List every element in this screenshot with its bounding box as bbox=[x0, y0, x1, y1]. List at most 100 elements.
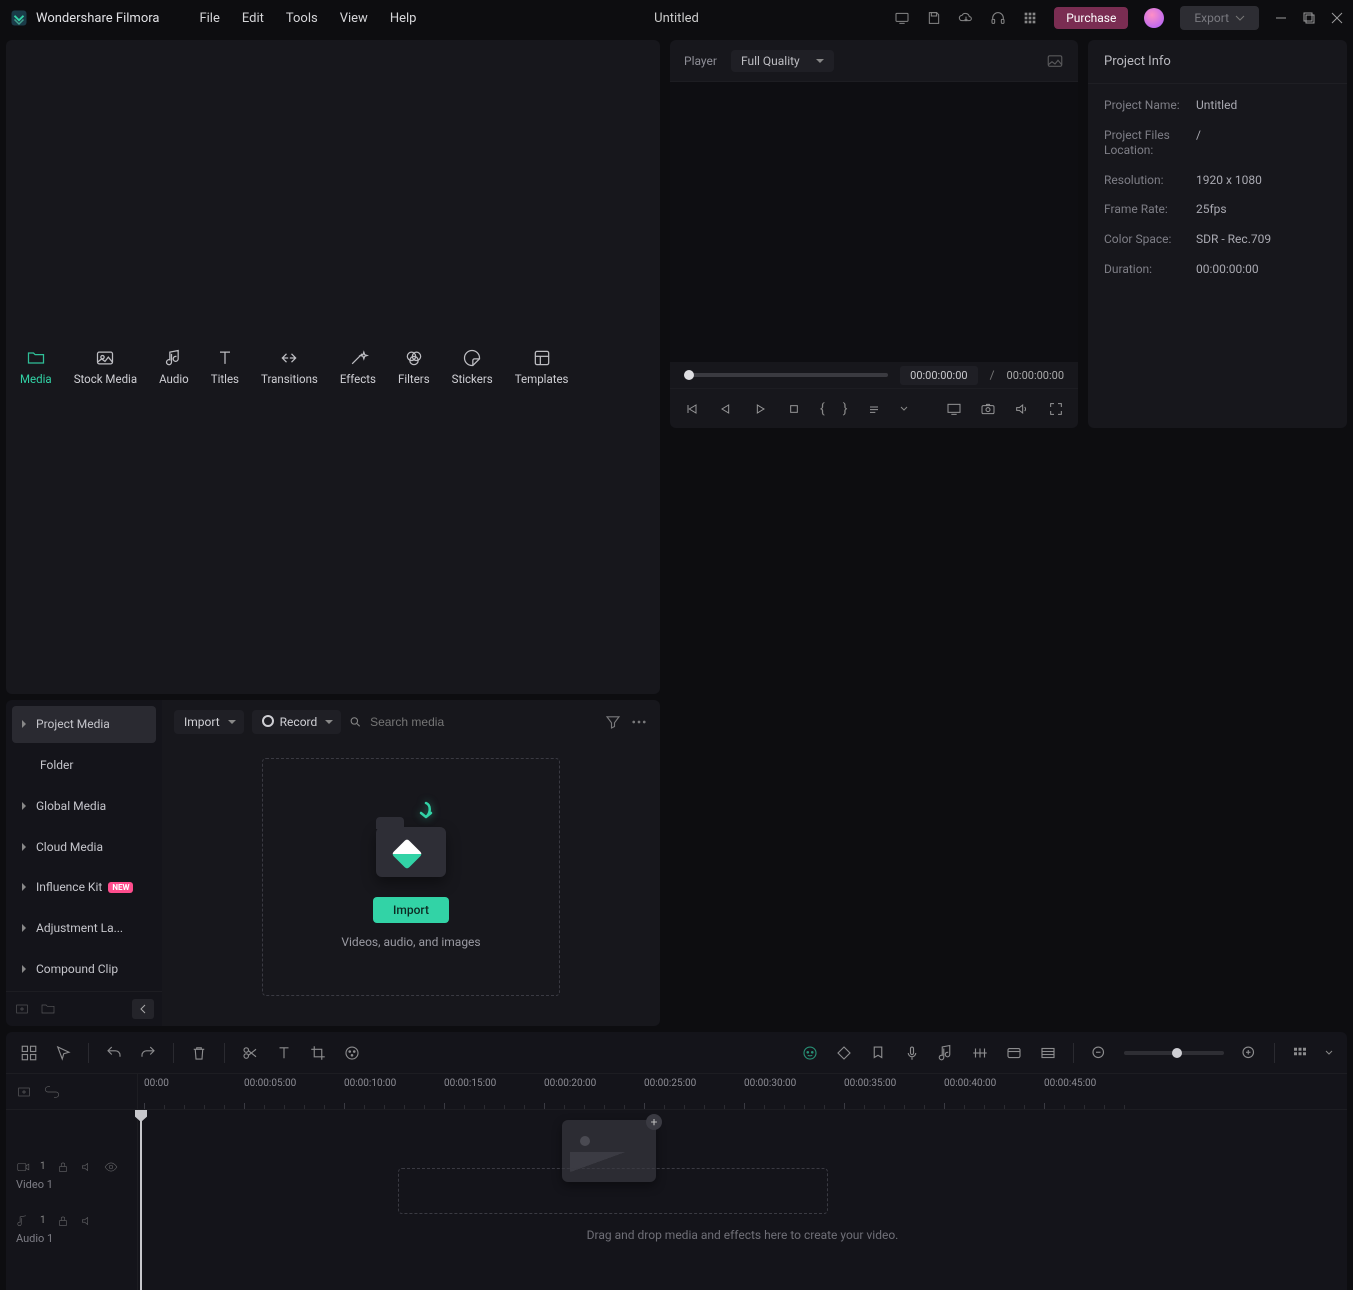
tab-stock-media[interactable]: Stock Media bbox=[74, 348, 137, 386]
tab-stock-label: Stock Media bbox=[74, 372, 137, 386]
lock-icon[interactable] bbox=[56, 1214, 70, 1228]
expand-tracks-icon[interactable] bbox=[1039, 1044, 1057, 1062]
tab-transitions[interactable]: Transitions bbox=[261, 348, 318, 386]
tree-folder[interactable]: Folder bbox=[12, 747, 156, 784]
link-tracks-icon[interactable] bbox=[44, 1084, 60, 1100]
tree-label: Cloud Media bbox=[36, 840, 103, 854]
layout-icon[interactable] bbox=[20, 1044, 38, 1062]
ruler-label: 00:00:35:00 bbox=[844, 1078, 896, 1089]
seek-bar[interactable] bbox=[684, 373, 888, 377]
magnetic-icon[interactable] bbox=[971, 1044, 989, 1062]
search-input[interactable] bbox=[370, 715, 596, 729]
zoom-slider[interactable] bbox=[1124, 1051, 1224, 1055]
lock-icon[interactable] bbox=[56, 1160, 70, 1174]
menu-tools[interactable]: Tools bbox=[286, 11, 318, 26]
tree-influence-kit[interactable]: Influence KitNEW bbox=[12, 869, 156, 906]
tab-effects[interactable]: Effects bbox=[340, 348, 376, 386]
more-options-icon[interactable] bbox=[630, 713, 648, 731]
player-viewport[interactable] bbox=[670, 82, 1078, 362]
fullscreen-icon[interactable] bbox=[1048, 401, 1064, 417]
marker-dropdown-icon[interactable] bbox=[866, 401, 882, 417]
crop-icon[interactable] bbox=[309, 1044, 327, 1062]
marker-icon[interactable] bbox=[869, 1044, 887, 1062]
audio-track-header[interactable]: 1 Audio 1 bbox=[6, 1202, 137, 1256]
chevron-down-icon[interactable] bbox=[900, 405, 908, 413]
camera-snapshot-icon[interactable] bbox=[980, 401, 996, 417]
tree-cloud-media[interactable]: Cloud Media bbox=[12, 828, 156, 865]
menu-edit[interactable]: Edit bbox=[242, 11, 264, 26]
menu-view[interactable]: View bbox=[340, 11, 368, 26]
device-icon[interactable] bbox=[894, 10, 910, 26]
tab-titles[interactable]: Titles bbox=[211, 348, 239, 386]
volume-icon[interactable] bbox=[1014, 401, 1030, 417]
timeline-ruler[interactable]: 00:0000:00:05:0000:00:10:0000:00:15:0000… bbox=[138, 1074, 1347, 1109]
new-folder-icon[interactable] bbox=[40, 1001, 56, 1017]
timeline-drop-area[interactable] bbox=[398, 1168, 828, 1214]
tree-project-media[interactable]: Project Media bbox=[12, 706, 156, 743]
import-dropdown[interactable]: Import bbox=[174, 710, 244, 734]
filter-icon[interactable] bbox=[604, 713, 622, 731]
tab-audio[interactable]: Audio bbox=[159, 348, 189, 386]
playhead[interactable] bbox=[140, 1110, 142, 1290]
import-button[interactable]: Import bbox=[373, 897, 449, 923]
step-back-icon[interactable] bbox=[684, 401, 700, 417]
timeline-canvas[interactable]: Drag and drop media and effects here to … bbox=[138, 1110, 1347, 1290]
tab-filters[interactable]: Filters bbox=[398, 348, 430, 386]
headphones-icon[interactable] bbox=[990, 10, 1006, 26]
mute-icon[interactable] bbox=[80, 1160, 94, 1174]
add-track-icon[interactable] bbox=[16, 1084, 32, 1100]
tab-media[interactable]: Media bbox=[20, 348, 52, 386]
tree-compound-clip[interactable]: Compound Clip bbox=[12, 950, 156, 987]
keyframe-icon[interactable] bbox=[835, 1044, 853, 1062]
color-icon[interactable] bbox=[343, 1044, 361, 1062]
save-icon[interactable] bbox=[926, 10, 942, 26]
cloud-download-icon[interactable] bbox=[958, 10, 974, 26]
stop-icon[interactable] bbox=[786, 401, 802, 417]
play-backward-icon[interactable] bbox=[718, 401, 734, 417]
zoom-in-icon[interactable] bbox=[1240, 1044, 1258, 1062]
video-track-header[interactable]: 1 Video 1 bbox=[6, 1148, 137, 1202]
tree-adjustment-layer[interactable]: Adjustment La... bbox=[12, 910, 156, 947]
menu-file[interactable]: File bbox=[199, 11, 219, 26]
mark-out-button[interactable]: } bbox=[843, 401, 848, 417]
playback-quality-select[interactable]: Full Quality bbox=[731, 50, 834, 72]
window-minimize-icon[interactable] bbox=[1275, 12, 1287, 24]
audio-mixer-icon[interactable] bbox=[937, 1044, 955, 1062]
ai-assistant-icon[interactable] bbox=[801, 1044, 819, 1062]
text-tool-icon[interactable] bbox=[275, 1044, 293, 1062]
tab-effects-label: Effects bbox=[340, 372, 376, 386]
seek-handle[interactable] bbox=[684, 370, 694, 380]
export-button[interactable]: Export bbox=[1180, 6, 1259, 30]
play-icon[interactable] bbox=[752, 401, 768, 417]
record-dropdown[interactable]: Record bbox=[252, 710, 342, 734]
purchase-button[interactable]: Purchase bbox=[1054, 7, 1128, 29]
display-icon[interactable] bbox=[946, 401, 962, 417]
time-current[interactable]: 00:00:00:00 bbox=[900, 366, 977, 385]
zoom-out-icon[interactable] bbox=[1090, 1044, 1108, 1062]
new-bin-icon[interactable] bbox=[14, 1001, 30, 1017]
chevron-down-icon[interactable] bbox=[1325, 1049, 1333, 1057]
visibility-icon[interactable] bbox=[104, 1160, 118, 1174]
user-avatar[interactable] bbox=[1144, 8, 1164, 28]
redo-icon[interactable] bbox=[139, 1044, 157, 1062]
select-tool-icon[interactable] bbox=[54, 1044, 72, 1062]
mute-icon[interactable] bbox=[80, 1214, 94, 1228]
pi-fps-value: 25fps bbox=[1196, 202, 1227, 218]
render-preview-icon[interactable] bbox=[1005, 1044, 1023, 1062]
menu-help[interactable]: Help bbox=[390, 11, 417, 26]
collapse-sidebar-button[interactable] bbox=[132, 999, 154, 1019]
window-maximize-icon[interactable] bbox=[1303, 12, 1315, 24]
track-view-icon[interactable] bbox=[1291, 1044, 1309, 1062]
mark-in-button[interactable]: { bbox=[820, 401, 825, 417]
tree-global-media[interactable]: Global Media bbox=[12, 787, 156, 824]
delete-icon[interactable] bbox=[190, 1044, 208, 1062]
media-dropzone[interactable]: Import Videos, audio, and images bbox=[162, 744, 660, 1026]
snapshot-settings-icon[interactable] bbox=[1046, 52, 1064, 70]
apps-grid-icon[interactable] bbox=[1022, 10, 1038, 26]
tab-templates[interactable]: Templates bbox=[515, 348, 569, 386]
window-close-icon[interactable] bbox=[1331, 12, 1343, 24]
split-icon[interactable] bbox=[241, 1044, 259, 1062]
undo-icon[interactable] bbox=[105, 1044, 123, 1062]
voiceover-icon[interactable] bbox=[903, 1044, 921, 1062]
tab-stickers[interactable]: Stickers bbox=[452, 348, 493, 386]
